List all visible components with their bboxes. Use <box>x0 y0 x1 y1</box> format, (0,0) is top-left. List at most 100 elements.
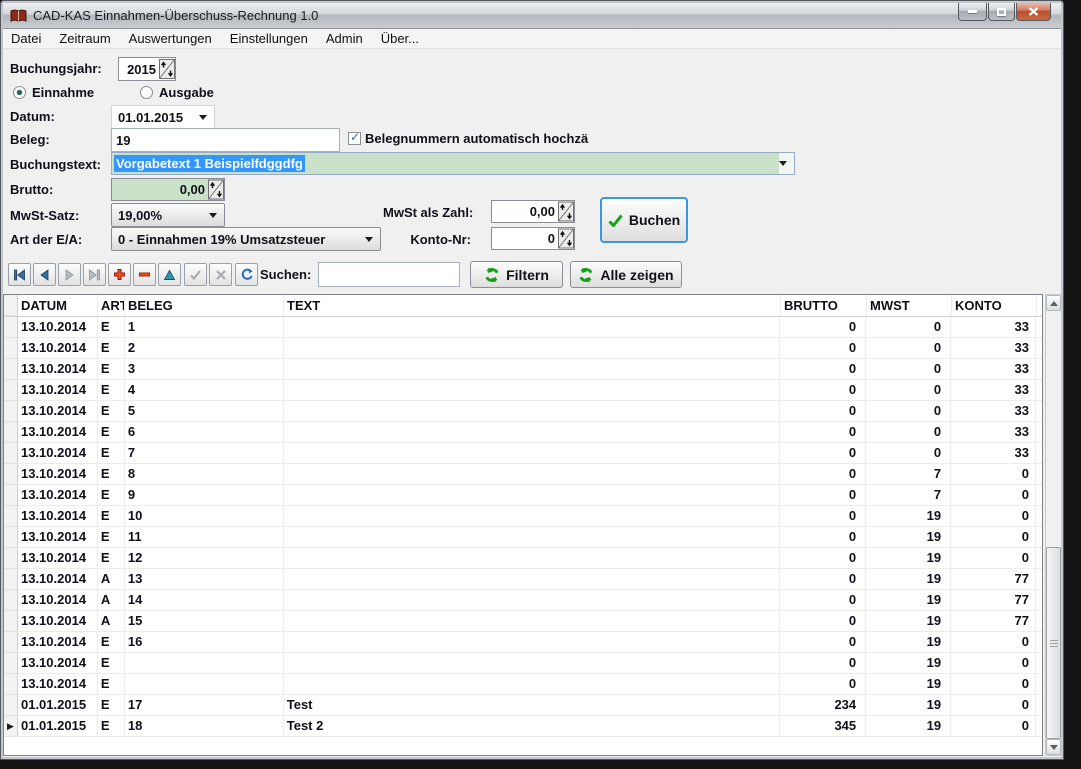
column-header-brutto[interactable]: BRUTTO <box>781 295 867 316</box>
app-window: CAD-KAS Einnahmen-Überschuss-Rechnung 1.… <box>0 0 1064 760</box>
table-row[interactable]: 13.10.2014E0190 <box>4 653 1042 674</box>
nav-prior-button[interactable] <box>33 263 56 286</box>
nav-edit-button[interactable] <box>158 263 181 286</box>
cell-art: A <box>98 569 125 590</box>
menu-item-ueber[interactable]: Über... <box>372 29 428 48</box>
mwst-zahl-spinner[interactable]: 0,00 <box>491 200 575 223</box>
scroll-up-button[interactable] <box>1046 295 1061 311</box>
row-indicator <box>4 338 18 359</box>
brutto-spinner[interactable]: 0,00 <box>111 178 225 201</box>
cell-brutto: 0 <box>780 506 866 527</box>
last-record-icon <box>88 269 101 281</box>
table-row[interactable]: 13.10.2014A1301977 <box>4 569 1042 590</box>
nav-last-button[interactable] <box>83 263 106 286</box>
column-header-text[interactable]: TEXT <box>284 295 781 316</box>
ausgabe-radio[interactable]: Ausgabe <box>140 85 214 100</box>
scroll-down-button[interactable] <box>1046 739 1061 755</box>
nav-refresh-button[interactable] <box>235 263 258 286</box>
column-header-beleg[interactable]: BELEG <box>125 295 284 316</box>
brutto-spin-buttons[interactable] <box>208 179 224 200</box>
nav-first-button[interactable] <box>8 263 31 286</box>
filtern-button[interactable]: Filtern <box>470 261 563 288</box>
records-table[interactable]: DATUM ART BELEG TEXT BRUTTO MWST KONTO 1… <box>3 294 1043 756</box>
column-header-mwst[interactable]: MWST <box>867 295 952 316</box>
datum-dropdown[interactable]: 01.01.2015 <box>111 105 215 129</box>
buchen-button[interactable]: Buchen <box>600 197 688 243</box>
table-row[interactable]: 13.10.2014A1501977 <box>4 611 1042 632</box>
alle-zeigen-button[interactable]: Alle zeigen <box>570 261 682 288</box>
nav-delete-button[interactable] <box>133 263 156 286</box>
table-row[interactable]: 13.10.2014E10033 <box>4 317 1042 338</box>
close-button[interactable] <box>1016 3 1051 21</box>
cell-datum: 13.10.2014 <box>18 485 98 506</box>
cell-filler <box>1036 485 1042 506</box>
cell-brutto: 0 <box>780 632 866 653</box>
cell-konto: 0 <box>951 653 1036 674</box>
mwst-zahl-spin-buttons[interactable] <box>558 201 574 222</box>
menu-item-admin[interactable]: Admin <box>317 29 372 48</box>
cell-filler <box>1036 569 1042 590</box>
menu-item-datei[interactable]: Datei <box>3 29 50 48</box>
column-header-datum[interactable]: DATUM <box>18 295 98 316</box>
konto-nr-spin-buttons[interactable] <box>558 228 574 249</box>
menu-item-einstellungen[interactable]: Einstellungen <box>221 29 317 48</box>
mwst-satz-dropdown[interactable]: 19,00% <box>111 203 225 227</box>
cell-konto: 77 <box>951 611 1036 632</box>
scrollbar-thumb[interactable] <box>1046 547 1061 739</box>
cell-mwst: 19 <box>866 506 951 527</box>
konto-nr-spinner[interactable]: 0 <box>491 227 575 250</box>
cell-art: E <box>98 359 125 380</box>
next-record-icon <box>63 269 76 281</box>
buchungsjahr-spin-buttons[interactable] <box>159 58 175 80</box>
ausgabe-radio-circle <box>140 86 153 99</box>
brutto-label: Brutto: <box>10 182 53 197</box>
maximize-button[interactable] <box>988 3 1015 21</box>
minimize-button[interactable] <box>958 3 987 21</box>
menu-item-zeitraum[interactable]: Zeitraum <box>50 29 119 48</box>
cell-mwst: 0 <box>866 317 951 338</box>
table-row[interactable]: 13.10.2014E100190 <box>4 506 1042 527</box>
nav-next-button[interactable] <box>58 263 81 286</box>
vertical-scrollbar[interactable] <box>1045 294 1062 756</box>
table-row[interactable]: 13.10.2014E70033 <box>4 443 1042 464</box>
cell-art: E <box>98 695 125 716</box>
buchungsjahr-spinner[interactable]: 2015 <box>118 57 176 81</box>
cell-text <box>284 359 781 380</box>
table-row[interactable]: 13.10.2014E160190 <box>4 632 1042 653</box>
buchungstext-dropdown[interactable]: Vorgabetext 1 Beispielfdggdfg <box>111 152 795 175</box>
beleg-auto-checkbox[interactable]: Belegnummern automatisch hochzä <box>348 131 599 146</box>
table-row[interactable]: 13.10.2014E50033 <box>4 401 1042 422</box>
nav-insert-button[interactable] <box>108 263 131 286</box>
cell-beleg <box>125 674 284 695</box>
table-row[interactable]: 13.10.2014E9070 <box>4 485 1042 506</box>
title-bar[interactable]: CAD-KAS Einnahmen-Überschuss-Rechnung 1.… <box>3 3 1061 29</box>
column-header-art[interactable]: ART <box>98 295 125 316</box>
cell-konto: 33 <box>951 317 1036 338</box>
current-row-arrow-icon: ▶ <box>7 721 14 731</box>
table-row[interactable]: 13.10.2014E120190 <box>4 548 1042 569</box>
cell-text <box>284 422 781 443</box>
beleg-input[interactable] <box>112 129 339 151</box>
cell-datum: 13.10.2014 <box>18 401 98 422</box>
search-input[interactable] <box>319 263 459 286</box>
table-row[interactable]: 13.10.2014E20033 <box>4 338 1042 359</box>
table-row[interactable]: ▶01.01.2015E18Test 2345190 <box>4 716 1042 737</box>
row-indicator <box>4 674 18 695</box>
table-row[interactable]: 13.10.2014E30033 <box>4 359 1042 380</box>
column-header-konto[interactable]: KONTO <box>952 295 1037 316</box>
nav-post-button[interactable] <box>184 263 207 286</box>
cell-datum: 13.10.2014 <box>18 464 98 485</box>
table-row[interactable]: 13.10.2014E60033 <box>4 422 1042 443</box>
table-row[interactable]: 13.10.2014E40033 <box>4 380 1042 401</box>
art-ea-dropdown[interactable]: 0 - Einnahmen 19% Umsatzsteuer <box>111 227 381 251</box>
einnahme-radio[interactable]: Einnahme <box>13 85 94 100</box>
table-row[interactable]: 13.10.2014E0190 <box>4 674 1042 695</box>
table-row[interactable]: 01.01.2015E17Test234190 <box>4 695 1042 716</box>
table-row[interactable]: 13.10.2014E110190 <box>4 527 1042 548</box>
menu-item-auswertungen[interactable]: Auswertungen <box>120 29 221 48</box>
cell-filler <box>1036 674 1042 695</box>
table-row[interactable]: 13.10.2014E8070 <box>4 464 1042 485</box>
nav-cancel-button[interactable] <box>209 263 232 286</box>
table-row[interactable]: 13.10.2014A1401977 <box>4 590 1042 611</box>
refresh-icon <box>240 268 253 281</box>
